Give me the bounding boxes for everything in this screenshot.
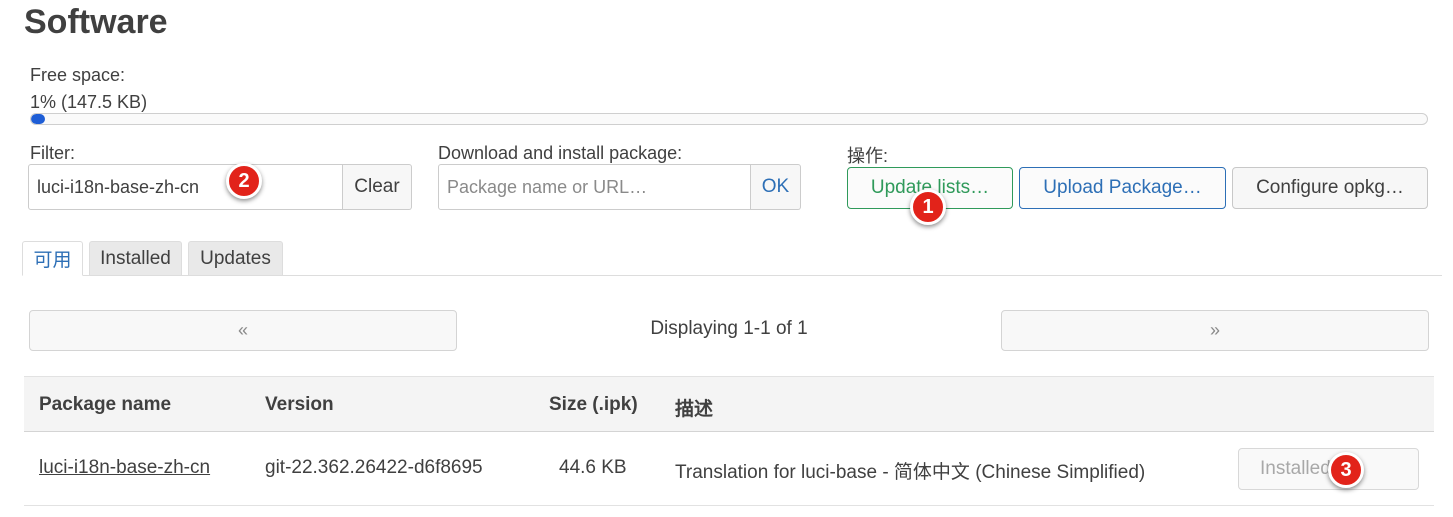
clear-filter-button[interactable]: Clear [343,164,412,210]
free-space-value: 1% (147.5 KB) [30,92,148,112]
download-input-group: OK [438,164,801,210]
package-version: git-22.362.26422-d6f8695 [265,457,483,478]
pager-next-button[interactable]: » [1001,310,1429,351]
upload-package-button[interactable]: Upload Package… [1019,167,1226,209]
header-size: Size (.ipk) [549,394,638,415]
table-header [24,376,1434,432]
free-space-progress-bar [30,113,1428,125]
pager-status: Displaying 1-1 of 1 [650,318,808,339]
ok-button[interactable]: OK [751,164,801,210]
package-name-link[interactable]: luci-i18n-base-zh-cn [39,457,210,478]
annotation-badge-3: 3 [1328,452,1364,488]
header-package-name: Package name [39,394,172,415]
configure-opkg-button[interactable]: Configure opkg… [1232,167,1428,209]
pager-prev-button[interactable]: « [29,310,457,351]
progress-fill [31,114,45,124]
actions-label: 操作: [847,146,889,166]
package-description: Translation for luci-base - 简体中文 (Chines… [675,462,1146,483]
free-space-label: Free space: [30,65,126,85]
tab-installed[interactable]: Installed [89,241,182,276]
filter-input-group: Clear [28,164,412,210]
row-divider [24,505,1434,506]
page-title: Software [24,3,168,41]
tab-updates[interactable]: Updates [188,241,283,276]
package-size: 44.6 KB [559,457,627,478]
filter-input[interactable] [28,164,343,210]
table-row: luci-i18n-base-zh-cn [39,457,210,479]
download-label: Download and install package: [438,143,683,163]
package-url-input[interactable] [438,164,751,210]
tab-available[interactable]: 可用 [22,241,83,276]
header-version: Version [265,394,334,415]
filter-label: Filter: [30,143,75,163]
header-description: 描述 [675,399,714,420]
annotation-badge-1: 1 [910,189,946,225]
annotation-badge-2: 2 [226,163,262,199]
